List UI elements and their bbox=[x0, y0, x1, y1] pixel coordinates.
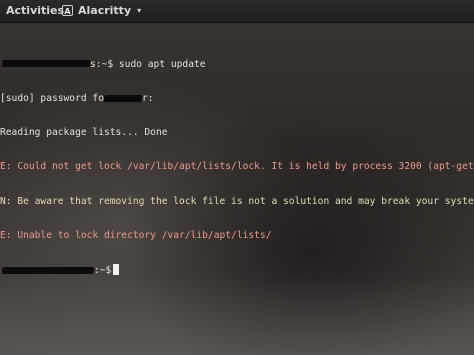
terminal-line-5: N: Be aware that removing the lock file … bbox=[0, 196, 474, 207]
app-menu-label: Alacritty bbox=[78, 4, 132, 17]
redacted-username bbox=[1, 266, 95, 274]
error-unable-lock: E: Unable to lock directory /var/lib/apt… bbox=[0, 229, 272, 241]
redacted-username bbox=[1, 60, 91, 68]
app-menu-alacritty[interactable]: A Alacritty ▾ bbox=[62, 4, 141, 17]
notice-lock-warning: N: Be aware that removing the lock file … bbox=[0, 195, 474, 207]
terminal-line-7: :~$ bbox=[0, 264, 474, 277]
sudo-password-prompt-end: r: bbox=[141, 93, 154, 105]
gnome-top-bar: Activities A Alacritty ▾ bbox=[0, 0, 474, 23]
terminal-line-1: s:~$ sudo apt update bbox=[0, 59, 474, 70]
photo-of-screen: Activities A Alacritty ▾ s:~$ sudo apt u… bbox=[0, 0, 474, 355]
terminal-line-2: [sudo] password fo r: bbox=[0, 93, 474, 104]
terminal-line-4: E: Could not get lock /var/lib/apt/lists… bbox=[0, 161, 474, 172]
sudo-password-prompt: [sudo] password fo bbox=[0, 93, 104, 105]
terminal-cursor bbox=[113, 264, 120, 276]
prompt-suffix: :~$ bbox=[94, 265, 112, 277]
prompt-suffix: s:~$ bbox=[90, 58, 114, 70]
terminal-line-6: E: Unable to lock directory /var/lib/apt… bbox=[0, 230, 474, 241]
terminal-output[interactable]: s:~$ sudo apt update [sudo] password fo r… bbox=[0, 36, 474, 298]
error-lock-message: E: Could not get lock /var/lib/apt/lists… bbox=[0, 161, 474, 173]
chevron-down-icon: ▾ bbox=[137, 6, 142, 15]
redacted-username bbox=[103, 94, 143, 102]
reading-package-lists: Reading package lists... Done bbox=[0, 127, 168, 139]
alacritty-app-icon: A bbox=[62, 5, 73, 16]
command-text: sudo apt update bbox=[118, 58, 206, 70]
terminal-line-3: Reading package lists... Done bbox=[0, 127, 474, 138]
activities-button[interactable]: Activities bbox=[6, 4, 64, 17]
